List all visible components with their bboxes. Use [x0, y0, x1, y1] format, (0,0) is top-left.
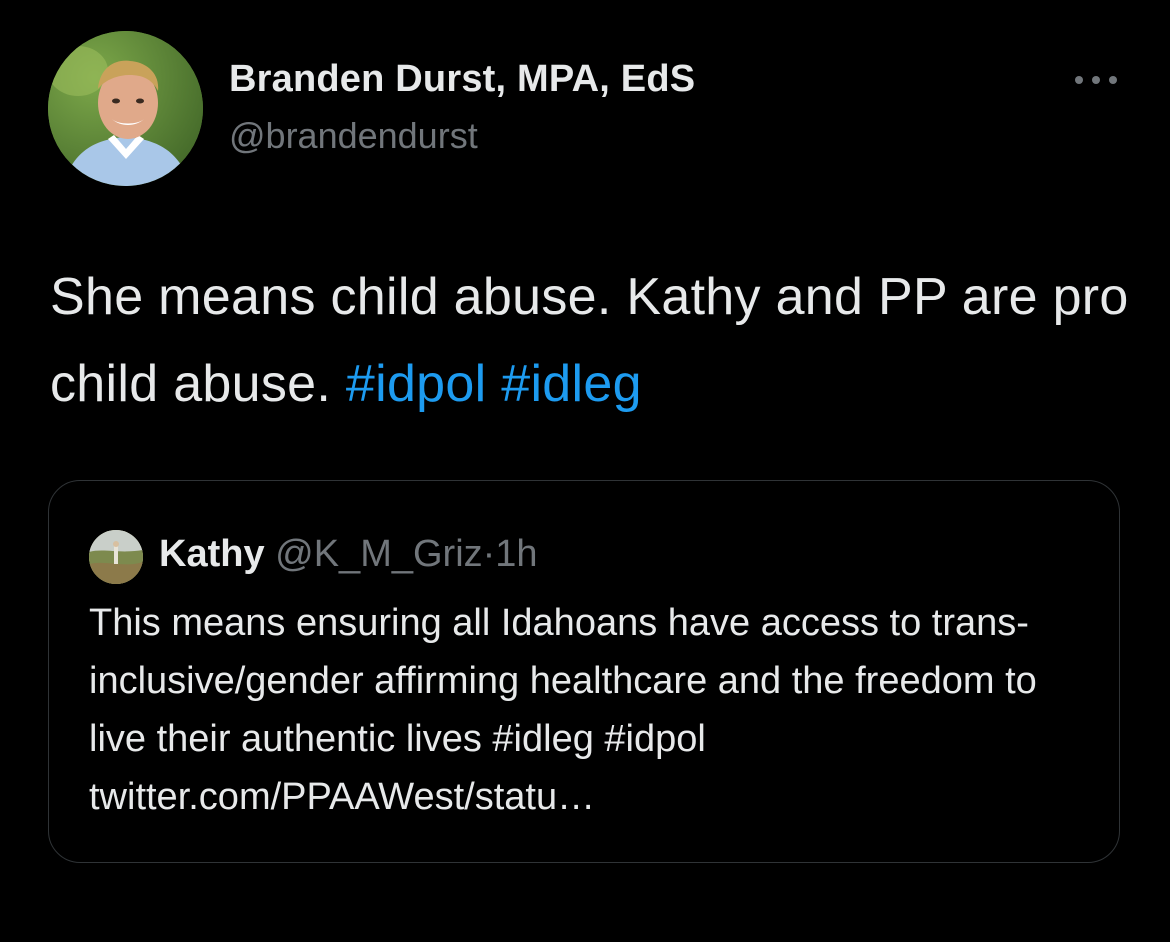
avatar-photo-icon: [89, 530, 143, 584]
quoted-tweet-timestamp[interactable]: 1h: [495, 533, 537, 575]
hashtag-link[interactable]: #idleg: [501, 355, 642, 413]
quoted-tweet-card[interactable]: Kathy @K_M_Griz·1h This means ensuring a…: [48, 480, 1120, 863]
tweet: Branden Durst, MPA, EdS @brandendurst Sh…: [0, 0, 1170, 942]
quoted-author-handle[interactable]: @K_M_Griz: [275, 533, 483, 575]
more-horizontal-icon: [1075, 76, 1117, 84]
more-options-button[interactable]: [1068, 62, 1124, 98]
quoted-author-name[interactable]: Kathy: [159, 533, 265, 575]
separator-dot: ·: [482, 533, 496, 575]
author-avatar[interactable]: [48, 31, 203, 186]
quoted-tweet-text: This means ensuring all Idahoans have ac…: [89, 602, 1037, 818]
tweet-text: She means child abuse. Kathy and PP are …: [50, 254, 1130, 428]
author-handle[interactable]: @brandendurst: [229, 115, 478, 157]
avatar-photo-icon: [48, 31, 203, 186]
quoted-tweet-header: Kathy @K_M_Griz·1h: [159, 530, 538, 578]
author-name[interactable]: Branden Durst, MPA, EdS: [229, 58, 695, 101]
hashtag-link[interactable]: #idpol: [346, 355, 487, 413]
quoted-author-avatar[interactable]: [89, 530, 143, 584]
